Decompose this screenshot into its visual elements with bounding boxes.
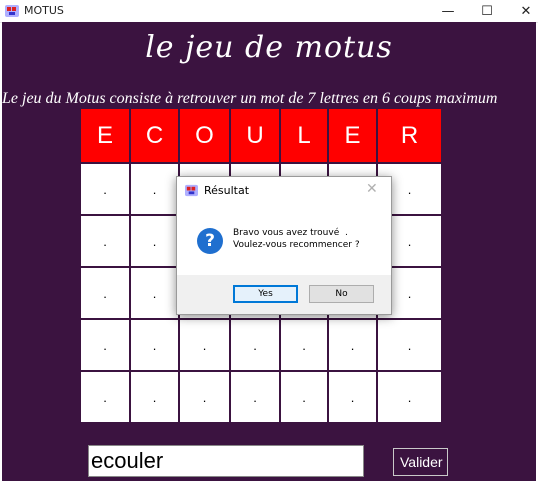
no-button[interactable]: No <box>309 285 374 303</box>
grid-cell: . <box>130 267 179 319</box>
grid-cell: R <box>377 108 442 163</box>
validate-button[interactable]: Valider <box>393 448 448 476</box>
grid-cell: . <box>80 163 130 215</box>
grid-cell: . <box>80 319 130 371</box>
grid-row: ....... <box>80 319 442 371</box>
grid-cell: L <box>280 108 328 163</box>
window-title: MOTUS <box>24 4 64 17</box>
grid-cell: . <box>230 371 280 423</box>
grid-cell: . <box>230 319 280 371</box>
grid-cell: E <box>328 108 377 163</box>
question-icon: ? <box>197 228 223 254</box>
grid-row: ....... <box>80 371 442 423</box>
minimize-button[interactable]: — <box>430 0 466 22</box>
grid-cell: U <box>230 108 280 163</box>
window-titlebar: MOTUS — ☐ ✕ <box>0 0 538 23</box>
app-icon <box>185 184 198 197</box>
grid-cell: . <box>179 371 230 423</box>
grid-cell: C <box>130 108 179 163</box>
grid-cell: . <box>377 319 442 371</box>
game-title: le jeu de motus <box>145 30 393 65</box>
dialog-message-line2: Voulez-vous recommencer ? <box>233 240 360 250</box>
word-input[interactable] <box>88 445 364 477</box>
close-window-button[interactable]: ✕ <box>508 0 538 22</box>
grid-cell: . <box>80 215 130 267</box>
grid-cell: . <box>130 163 179 215</box>
grid-cell: . <box>130 371 179 423</box>
grid-cell: . <box>80 267 130 319</box>
grid-cell: E <box>80 108 130 163</box>
grid-cell: . <box>80 371 130 423</box>
grid-cell: . <box>280 319 328 371</box>
yes-button[interactable]: Yes <box>233 285 298 303</box>
grid-row: ECOULER <box>80 108 442 163</box>
maximize-button[interactable]: ☐ <box>469 0 505 22</box>
game-rules: Le jeu du Motus consiste à retrouver un … <box>2 90 498 107</box>
grid-cell: . <box>280 371 328 423</box>
app-icon <box>5 5 19 17</box>
dialog-title: Résultat <box>204 184 250 197</box>
dialog-message-line1: Bravo vous avez trouvé . <box>233 228 348 238</box>
result-dialog: Résultat ✕ ? Bravo vous avez trouvé . Vo… <box>176 176 392 315</box>
dialog-titlebar: Résultat ✕ <box>177 177 391 203</box>
grid-cell: . <box>377 371 442 423</box>
grid-cell: . <box>130 215 179 267</box>
dialog-close-button[interactable]: ✕ <box>366 181 378 197</box>
grid-cell: . <box>130 319 179 371</box>
grid-cell: . <box>328 371 377 423</box>
grid-cell: . <box>328 319 377 371</box>
grid-cell: . <box>179 319 230 371</box>
grid-cell: O <box>179 108 230 163</box>
